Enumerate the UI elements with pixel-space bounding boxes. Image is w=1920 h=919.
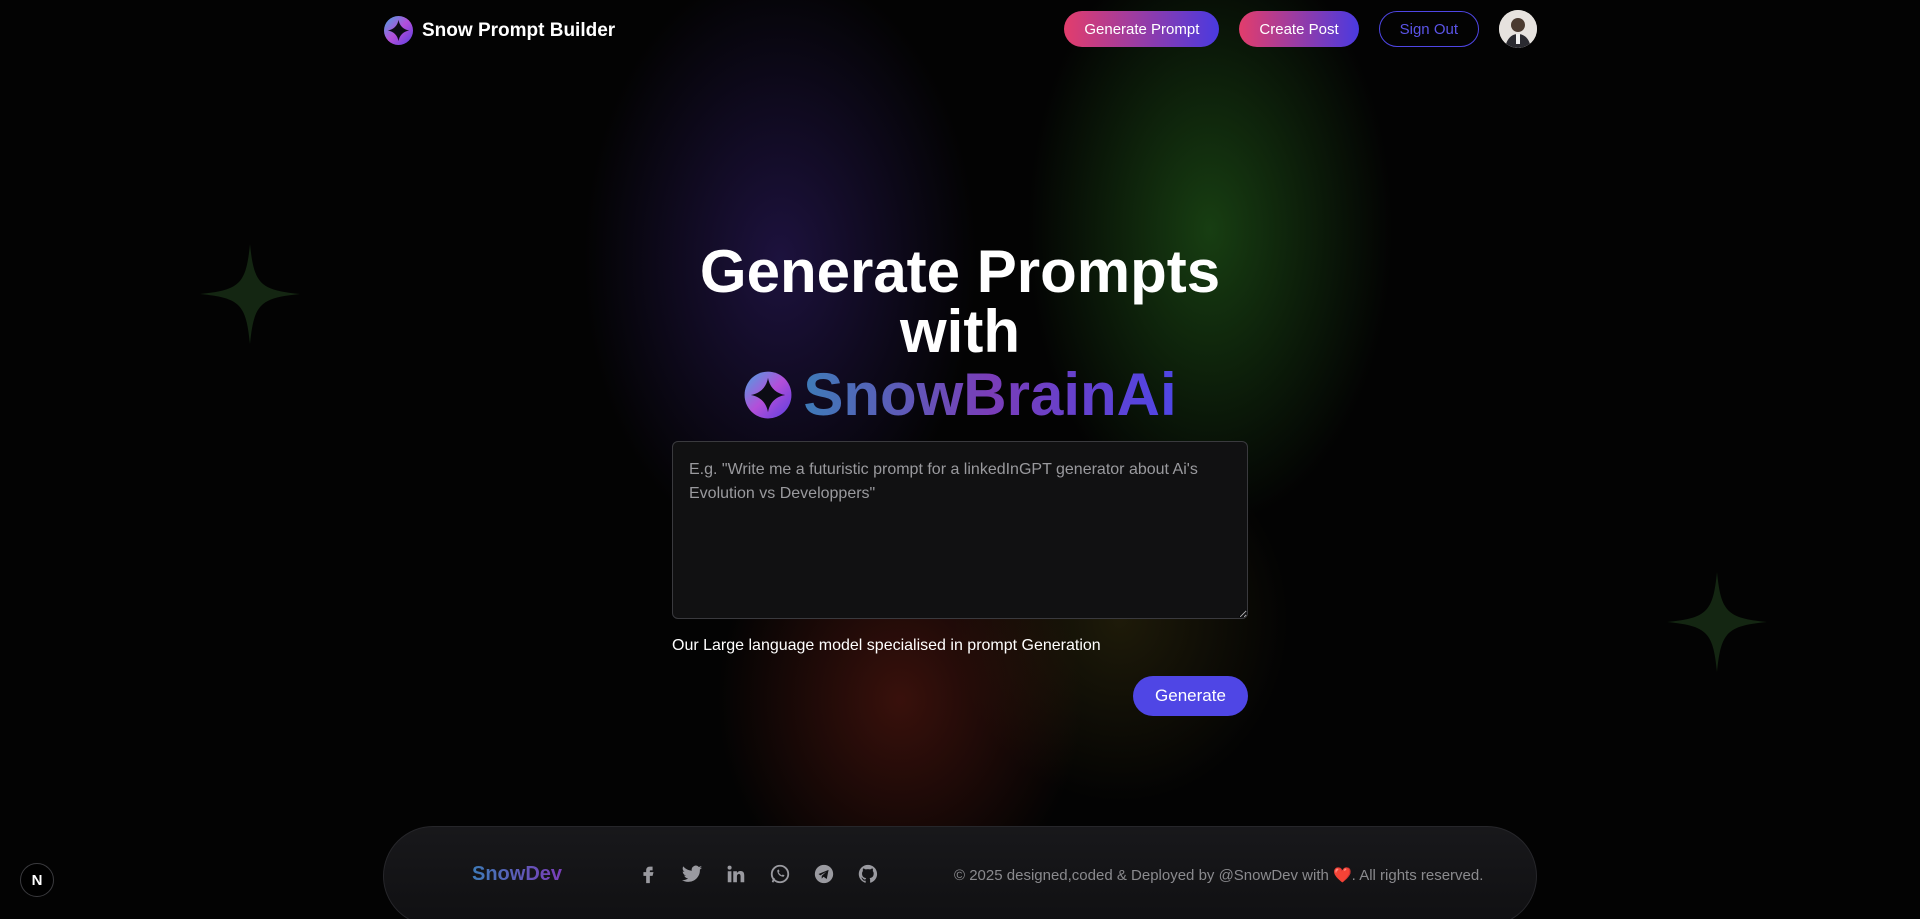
social-links xyxy=(637,863,879,885)
linkedin-icon[interactable] xyxy=(725,863,747,885)
whatsapp-icon[interactable] xyxy=(769,863,791,885)
header: Snow Prompt Builder Generate Prompt Crea… xyxy=(383,10,1537,52)
user-photo-icon xyxy=(1499,10,1537,48)
twitter-icon[interactable] xyxy=(681,863,703,885)
brand-name: Snow Prompt Builder xyxy=(422,19,616,41)
sparkle-icon xyxy=(200,244,300,344)
facebook-icon[interactable] xyxy=(637,863,659,885)
footer: SnowDev © 2025 designed,coded & Deployed… xyxy=(383,826,1537,919)
sign-out-button[interactable]: Sign Out xyxy=(1378,11,1479,47)
generate-button[interactable]: Generate xyxy=(1133,676,1248,716)
prompt-input[interactable] xyxy=(672,441,1248,619)
hero-title: Generate Prompts with xyxy=(699,238,1221,365)
logo-icon xyxy=(744,371,792,419)
brand[interactable]: Snow Prompt Builder xyxy=(383,15,615,46)
logo-icon xyxy=(383,15,414,46)
hero-brand: SnowBrainAi xyxy=(660,362,1260,428)
sparkle-icon xyxy=(1667,572,1767,672)
avatar[interactable] xyxy=(1499,10,1537,48)
page: Snow Prompt Builder Generate Prompt Crea… xyxy=(0,0,1920,919)
next-badge[interactable]: N xyxy=(20,863,54,897)
generate-prompt-button[interactable]: Generate Prompt xyxy=(1064,11,1220,47)
footer-brand[interactable]: SnowDev xyxy=(472,863,562,886)
copyright-text: © 2025 designed,coded & Deployed by @Sno… xyxy=(954,867,1484,884)
nav: Generate Prompt Create Post Sign Out xyxy=(1064,10,1537,48)
hint-text: Our Large language model specialised in … xyxy=(672,637,1101,654)
create-post-button[interactable]: Create Post xyxy=(1239,11,1359,47)
telegram-icon[interactable] xyxy=(813,863,835,885)
hero-brand-name: SnowBrainAi xyxy=(803,361,1177,428)
github-icon[interactable] xyxy=(857,863,879,885)
